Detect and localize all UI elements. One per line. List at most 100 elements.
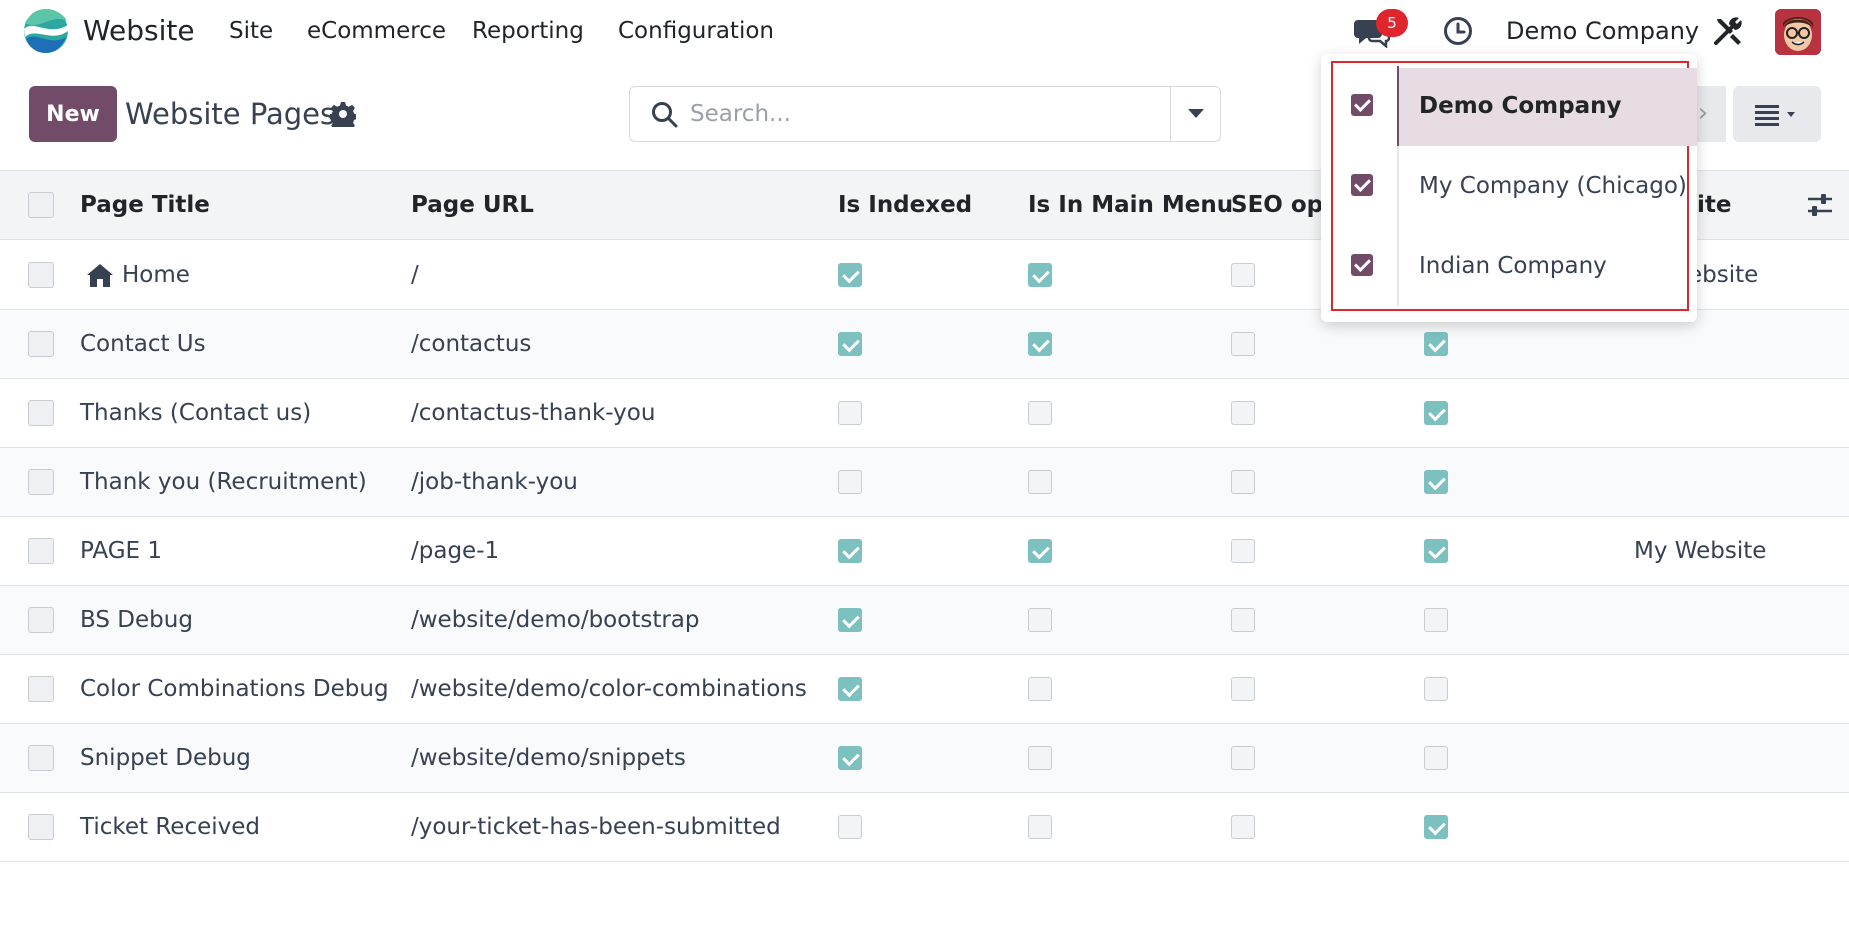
website-cell: My Website	[1634, 538, 1767, 564]
is-indexed-checkbox[interactable]	[838, 401, 862, 425]
company-option[interactable]: Indian Company	[1333, 226, 1687, 306]
page-title-cell: Color Combinations Debug	[80, 655, 389, 723]
activity-clock-icon[interactable]	[1442, 15, 1474, 47]
page-title-text: Snippet Debug	[80, 745, 251, 771]
column-page-title[interactable]: Page Title	[80, 171, 210, 239]
is-indexed-checkbox[interactable]	[838, 470, 862, 494]
seo-optimized-checkbox[interactable]	[1231, 263, 1255, 287]
row-select-checkbox[interactable]	[28, 469, 54, 495]
view-switcher[interactable]	[1733, 86, 1821, 142]
company-switcher[interactable]: Demo Company	[1506, 16, 1699, 46]
company-checkbox[interactable]	[1351, 94, 1373, 116]
table-row[interactable]: PAGE 1/page-1 My Website	[0, 517, 1849, 586]
is-published-cell	[1424, 586, 1448, 654]
search-options-toggle[interactable]	[1170, 87, 1220, 141]
company-option[interactable]: My Company (Chicago)	[1333, 146, 1687, 226]
search-input[interactable]	[690, 93, 1190, 135]
user-avatar[interactable]	[1775, 9, 1821, 55]
seo-optimized-checkbox[interactable]	[1231, 401, 1255, 425]
menu-ecommerce[interactable]: eCommerce	[307, 16, 446, 46]
seo-optimized-cell	[1231, 448, 1255, 516]
is-published-checkbox[interactable]	[1424, 401, 1448, 425]
menu-configuration[interactable]: Configuration	[618, 16, 774, 46]
is-in-main-menu-checkbox[interactable]	[1028, 608, 1052, 632]
row-select-checkbox[interactable]	[28, 262, 54, 288]
row-select-checkbox[interactable]	[28, 331, 54, 357]
seo-optimized-checkbox[interactable]	[1231, 539, 1255, 563]
is-indexed-checkbox[interactable]	[838, 539, 862, 563]
row-select-checkbox[interactable]	[28, 745, 54, 771]
is-indexed-checkbox[interactable]	[838, 677, 862, 701]
table-row[interactable]: Thanks (Contact us) /contactus-thank-you	[0, 379, 1849, 448]
seo-optimized-checkbox[interactable]	[1231, 815, 1255, 839]
table-row[interactable]: Color Combinations Debug/website/demo/co…	[0, 655, 1849, 724]
seo-optimized-checkbox[interactable]	[1231, 608, 1255, 632]
row-select-checkbox[interactable]	[28, 814, 54, 840]
company-checkbox[interactable]	[1351, 174, 1373, 196]
is-published-checkbox[interactable]	[1424, 539, 1448, 563]
menu-reporting[interactable]: Reporting	[472, 16, 584, 46]
is-in-main-menu-checkbox[interactable]	[1028, 815, 1052, 839]
page-title-cell: Ticket Received	[80, 793, 260, 861]
column-is-indexed[interactable]: Is Indexed	[838, 171, 972, 239]
table-row[interactable]: BS Debug/website/demo/bootstrap	[0, 586, 1849, 655]
is-in-main-menu-checkbox[interactable]	[1028, 470, 1052, 494]
seo-optimized-checkbox[interactable]	[1231, 746, 1255, 770]
row-select-checkbox[interactable]	[28, 538, 54, 564]
column-page-url[interactable]: Page URL	[411, 171, 534, 239]
seo-optimized-checkbox[interactable]	[1231, 470, 1255, 494]
new-button[interactable]: New	[29, 86, 117, 142]
seo-optimized-checkbox[interactable]	[1231, 332, 1255, 356]
is-in-main-menu-checkbox[interactable]	[1028, 263, 1052, 287]
page-url-cell: /contactus-thank-you	[411, 400, 656, 426]
debug-tools-icon[interactable]	[1711, 14, 1745, 48]
table-row[interactable]: Thank you (Recruitment) /job-thank-you	[0, 448, 1849, 517]
is-published-checkbox[interactable]	[1424, 815, 1448, 839]
row-select-cell	[28, 448, 54, 516]
search-icon	[652, 102, 678, 128]
is-in-main-menu-checkbox[interactable]	[1028, 401, 1052, 425]
row-select-checkbox[interactable]	[28, 676, 54, 702]
is-in-main-menu-checkbox[interactable]	[1028, 677, 1052, 701]
menu-site[interactable]: Site	[229, 16, 273, 46]
is-published-checkbox[interactable]	[1424, 470, 1448, 494]
row-select-cell	[28, 724, 54, 792]
gear-icon[interactable]	[330, 101, 356, 127]
home-icon	[87, 264, 113, 287]
is-in-main-menu-checkbox[interactable]	[1028, 539, 1052, 563]
column-seo-optimized[interactable]: SEO opt	[1231, 171, 1334, 239]
is-in-main-menu-checkbox[interactable]	[1028, 332, 1052, 356]
is-indexed-checkbox[interactable]	[838, 608, 862, 632]
is-published-checkbox[interactable]	[1424, 677, 1448, 701]
is-published-checkbox[interactable]	[1424, 746, 1448, 770]
row-select-cell	[28, 655, 54, 723]
table-row[interactable]: Ticket Received/your-ticket-has-been-sub…	[0, 793, 1849, 862]
is-published-checkbox[interactable]	[1424, 332, 1448, 356]
website-app-icon[interactable]	[22, 8, 70, 54]
is-indexed-cell	[838, 724, 862, 792]
is-in-main-menu-cell	[1028, 793, 1052, 861]
is-in-main-menu-checkbox[interactable]	[1028, 746, 1052, 770]
table-row[interactable]: Snippet Debug/website/demo/snippets	[0, 724, 1849, 793]
select-all-checkbox[interactable]	[28, 192, 54, 218]
is-published-cell	[1424, 655, 1448, 723]
is-indexed-checkbox[interactable]	[838, 746, 862, 770]
is-published-checkbox[interactable]	[1424, 608, 1448, 632]
is-indexed-checkbox[interactable]	[838, 332, 862, 356]
row-select-checkbox[interactable]	[28, 607, 54, 633]
column-is-in-main-menu[interactable]: Is In Main Menu	[1028, 171, 1233, 239]
app-name[interactable]: Website	[83, 13, 195, 49]
column-website[interactable]: ite	[1697, 171, 1731, 239]
is-indexed-cell	[838, 793, 862, 861]
seo-optimized-cell	[1231, 241, 1255, 309]
row-select-checkbox[interactable]	[28, 400, 54, 426]
is-indexed-checkbox[interactable]	[838, 815, 862, 839]
is-indexed-checkbox[interactable]	[838, 263, 862, 287]
website-cell: ebsite	[1688, 262, 1759, 288]
optional-columns-toggle[interactable]	[1806, 171, 1834, 239]
is-indexed-cell	[838, 517, 862, 585]
company-checkbox[interactable]	[1351, 254, 1373, 276]
page-url-cell: /job-thank-you	[411, 469, 578, 495]
company-option[interactable]: Demo Company	[1333, 66, 1697, 146]
seo-optimized-checkbox[interactable]	[1231, 677, 1255, 701]
